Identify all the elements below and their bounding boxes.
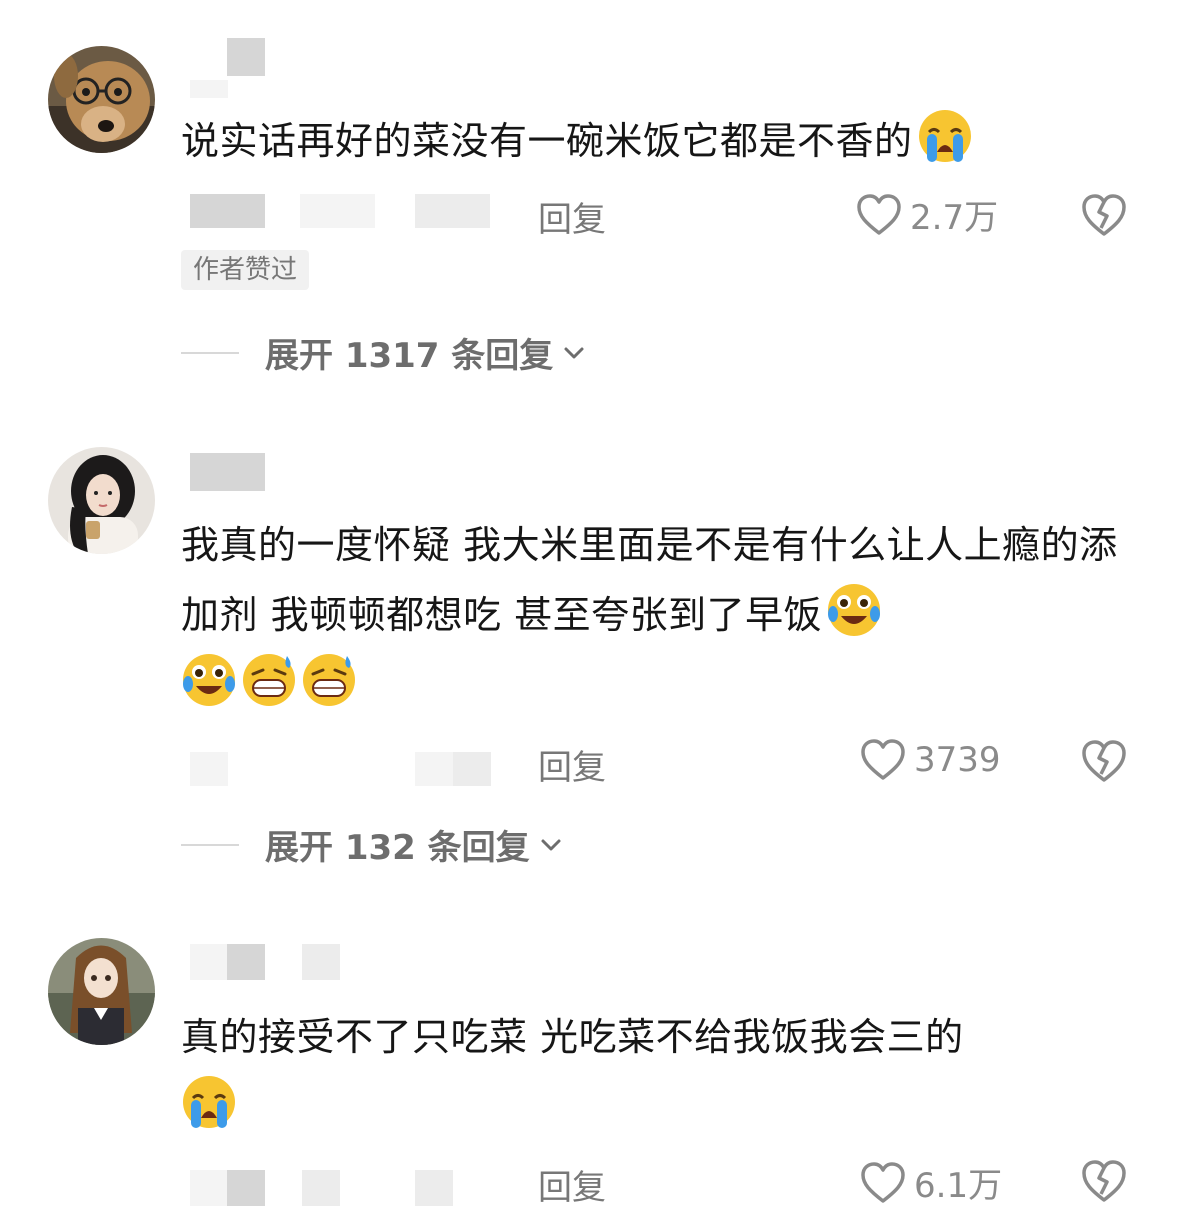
location-redacted	[453, 752, 491, 786]
heart-icon	[861, 1161, 905, 1203]
timestamp-redacted	[190, 194, 265, 228]
location-redacted	[415, 1170, 453, 1206]
like-button[interactable]: 3739	[860, 738, 1001, 782]
comment-text-content: 说实话再好的菜没有一碗米饭它都是不香的	[181, 119, 913, 163]
comment-text: 真的接受不了只吃菜 光吃菜不给我饭我会三的	[181, 1002, 1131, 1142]
expand-replies-button[interactable]: 展开 1317 条回复	[181, 328, 585, 377]
timestamp-redacted	[227, 1170, 265, 1206]
comment-text: 我真的一度怀疑 我大米里面是不是有什么让人上瘾的添加剂 我顿顿都想吃 甚至夸张到…	[181, 510, 1131, 720]
dislike-button[interactable]	[1080, 738, 1128, 784]
timestamp-redacted	[300, 194, 375, 228]
expand-replies-label: 展开 1317 条回复	[265, 336, 554, 376]
reply-button[interactable]: 回复	[538, 1160, 606, 1209]
username-redacted[interactable]	[190, 453, 265, 491]
chevron-down-icon	[541, 839, 561, 850]
reply-button[interactable]: 回复	[538, 192, 606, 241]
comment-text-content: 我真的一度怀疑 我大米里面是不是有什么让人上瘾的添加剂 我顿顿都想吃 甚至夸张到…	[181, 523, 1118, 637]
location-redacted	[415, 194, 490, 228]
expand-replies-label: 展开 132 条回复	[265, 828, 530, 868]
reply-button[interactable]: 回复	[538, 740, 606, 789]
divider-line	[181, 843, 239, 846]
username-redacted[interactable]	[302, 944, 340, 980]
location-redacted	[302, 1170, 340, 1206]
chevron-down-icon	[564, 347, 584, 358]
timestamp-redacted	[190, 752, 228, 786]
username-redacted	[190, 80, 228, 98]
dislike-button[interactable]	[1080, 192, 1128, 238]
broken-heart-icon	[1082, 1160, 1126, 1202]
username-redacted[interactable]	[227, 38, 265, 76]
crying-laughing-face-icon	[181, 652, 237, 708]
username-redacted	[190, 944, 228, 980]
grinning-sweat-face-icon	[241, 652, 297, 708]
broken-heart-icon	[1082, 194, 1126, 236]
avatar[interactable]	[48, 46, 155, 153]
like-count: 6.1万	[914, 1166, 1003, 1206]
broken-heart-icon	[1082, 740, 1126, 782]
avatar[interactable]	[48, 447, 155, 554]
comment-text-content: 真的接受不了只吃菜 光吃菜不给我饭我会三的	[181, 1015, 964, 1059]
loudly-crying-face-icon	[917, 108, 973, 164]
author-liked-badge: 作者赞过	[181, 250, 310, 290]
loudly-crying-face-icon	[181, 1074, 237, 1130]
comment-text: 说实话再好的菜没有一碗米饭它都是不香的	[181, 106, 1131, 176]
divider-line	[181, 351, 239, 354]
like-count: 2.7万	[910, 198, 999, 238]
grinning-sweat-face-icon	[301, 652, 357, 708]
heart-icon	[857, 193, 901, 235]
location-redacted	[415, 752, 453, 786]
avatar[interactable]	[48, 938, 155, 1045]
dislike-button[interactable]	[1080, 1158, 1128, 1204]
username-redacted[interactable]	[227, 944, 265, 980]
timestamp-redacted	[190, 1170, 228, 1206]
crying-laughing-face-icon	[826, 582, 882, 638]
like-button[interactable]: 6.1万	[860, 1158, 1002, 1207]
heart-icon	[861, 739, 905, 780]
like-count: 3739	[914, 740, 1001, 780]
expand-replies-button[interactable]: 展开 132 条回复	[181, 820, 562, 869]
like-button[interactable]: 2.7万	[856, 190, 998, 239]
